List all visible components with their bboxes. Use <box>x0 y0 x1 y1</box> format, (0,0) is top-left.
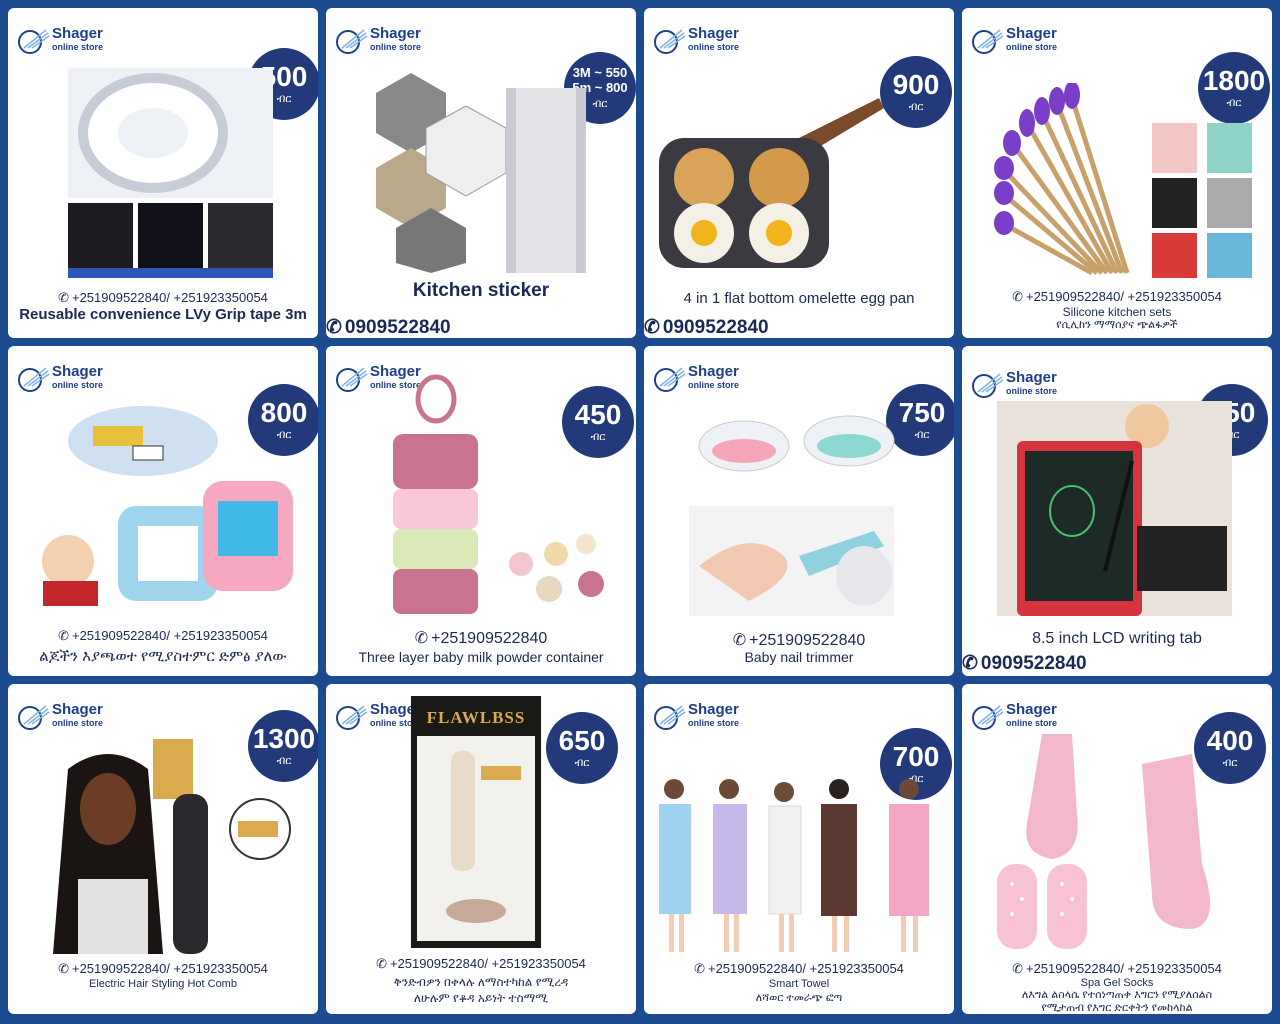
product-card-talking-flash-cards[interactable]: Shager online store 800 ብር ✆ +251909522840/… <box>8 346 318 676</box>
phone-line: ✆ +251909522840/ +251923350054 <box>694 961 904 976</box>
logo-swoosh-icon <box>16 26 50 56</box>
phone-line: ✆ +251909522840/ +251923350054 <box>58 290 268 305</box>
phone-line: ✆ +251909522840/ +251923350054 <box>1012 961 1222 976</box>
shager-logo: Shager online store <box>652 364 739 394</box>
product-card-smart-towel[interactable]: Shager online store 700 ብር ✆ +251909522840/… <box>644 684 954 1014</box>
product-card-spa-gel-socks[interactable]: Shager online store 400 ብር ✆ +251909522840/… <box>962 684 1272 1014</box>
phone-icon: ✆ <box>376 956 387 971</box>
product-image <box>689 406 899 621</box>
shager-logo: Shager online store <box>970 370 1057 400</box>
product-name: Kitchen sticker <box>412 280 550 301</box>
product-name: ቅንድብዎን በቀላሉ ለማስተካከል የሚረዳ <box>393 975 569 989</box>
product-name-amharic: የሲሊከን ማማሰያና ጭልፋዎች <box>1056 319 1178 331</box>
shager-logo: Shager online store <box>334 702 421 732</box>
phone-line: ✆ +251909522840 <box>732 632 866 649</box>
logo-swoosh-icon <box>334 364 368 394</box>
phone-icon: ✆ <box>414 630 429 647</box>
product-image <box>366 48 596 273</box>
product-image <box>992 734 1252 954</box>
phone-line: ✆ +251909522840/ +251923350054 <box>58 961 268 976</box>
product-image <box>63 63 278 283</box>
phone-line: ✆ +251909522840 <box>414 630 548 647</box>
product-brand-label: FLAWLBSS <box>426 708 526 727</box>
logo-swoosh-icon <box>652 26 686 56</box>
phone-line: ✆ +251909522840/ +251923350054 <box>58 628 268 643</box>
product-name: Three layer baby milk powder container <box>358 649 604 665</box>
product-name: Spa Gel Socks <box>1080 977 1154 989</box>
logo-swoosh-icon <box>970 370 1004 400</box>
product-card-eyebrow-trimmer[interactable]: Shager online store 650 ብር FLAWLBSS ✆ +2519… <box>326 684 636 1014</box>
product-name: 4 in 1 flat bottom omelette egg pan <box>683 290 915 307</box>
product-image <box>649 68 889 278</box>
shager-logo: Shager online store <box>970 26 1057 56</box>
product-image <box>649 774 949 954</box>
product-image: FLAWLBSS <box>411 696 541 948</box>
logo-swoosh-icon <box>16 364 50 394</box>
product-image <box>997 401 1232 616</box>
hotline: ✆ 0909522840 <box>326 317 451 338</box>
phone-icon: ✆ <box>58 628 69 643</box>
phone-icon: ✆ <box>58 961 69 976</box>
logo-swoosh-icon <box>652 702 686 732</box>
phone-icon: ✆ <box>58 290 69 305</box>
product-image <box>33 401 303 606</box>
product-name: Smart Towel <box>768 978 830 990</box>
product-name: Reusable convenience LVy Grip tape 3m <box>19 306 307 323</box>
product-card-kitchen-sticker[interactable]: Shager online store 3M ~ 550 5m ~ 800 ብር K… <box>326 8 636 338</box>
product-card-egg-pan[interactable]: Shager online store 900 ብር 4 in 1 flat bot… <box>644 8 954 338</box>
product-card-milk-container[interactable]: Shager online store 450 ብር ✆ +251909522840 … <box>326 346 636 676</box>
phone-icon: ✆ <box>1012 961 1023 976</box>
shager-logo: Shager online store <box>16 26 103 56</box>
product-card-hot-comb[interactable]: Shager online store 1300 ብር ✆ +251909522840… <box>8 684 318 1014</box>
phone-icon: ✆ <box>644 317 660 338</box>
phone-icon: ✆ <box>694 961 705 976</box>
product-card-tape[interactable]: Shager online store 500 ብር ✆ +251909522840/… <box>8 8 318 338</box>
product-card-nail-trimmer[interactable]: Shager online store 750 ብር ✆ +251909522840 … <box>644 346 954 676</box>
logo-swoosh-icon <box>16 702 50 732</box>
hotline: ✆ 0909522840 <box>644 317 769 338</box>
product-name: Baby nail trimmer <box>744 649 854 665</box>
logo-swoosh-icon <box>652 364 686 394</box>
product-name-amharic: ለሻወር ተመራጭ ፎጣ <box>755 992 843 1004</box>
shager-logo: Shager online store <box>16 364 103 394</box>
shager-logo: Shager online store <box>16 702 103 732</box>
product-name-amharic: ለሁሉም የቆዳ አይነት ተስማሚ <box>413 991 549 1005</box>
product-name: Electric Hair Styling Hot Comb <box>89 978 237 990</box>
phone-line: ✆ +251909522840/ +251923350054 <box>376 956 586 971</box>
product-name-amharic: ለእግል ልስላሴ የተሰነጣጠቀ እግርን የሚያለሰልስ የሚታጠብ የእግ… <box>1021 989 1213 1014</box>
product-image <box>992 81 1262 283</box>
hotline: ✆ 0909522840 <box>962 653 1087 674</box>
product-card-silicone-set[interactable]: Shager online store 1800 ብር ✆ +251909522840… <box>962 8 1272 338</box>
page: { "brand":{"line1":"Shager","line2":"onl… <box>0 0 1280 1024</box>
logo-swoosh-icon <box>970 702 1004 732</box>
shager-logo: Shager online store <box>652 702 739 732</box>
shager-logo: Shager online store <box>652 26 739 56</box>
logo-swoosh-icon <box>334 702 368 732</box>
product-image <box>381 374 611 619</box>
phone-icon: ✆ <box>962 653 978 674</box>
phone-icon: ✆ <box>326 317 342 338</box>
price-badge: 900 ብር <box>880 56 952 128</box>
logo-swoosh-icon <box>970 26 1004 56</box>
price-badge: 650 ብር <box>546 712 618 784</box>
product-card-lcd-writing-tab[interactable]: Shageronline store 550ብር 8.5 inch LCD wr… <box>962 346 1272 676</box>
product-name: 8.5 inch LCD writing tab <box>1032 630 1202 647</box>
logo-swoosh-icon <box>334 26 368 56</box>
phone-icon: ✆ <box>1012 289 1023 304</box>
phone-icon: ✆ <box>732 632 747 649</box>
product-image <box>48 739 298 954</box>
product-name: ልጆችን እያጫወተ የሚያስተምር ድምፅ ያለው <box>39 648 287 665</box>
phone-line: ✆ +251909522840/ +251923350054 <box>1012 289 1222 304</box>
product-name: Silicone kitchen sets <box>1062 305 1172 319</box>
shager-logo: Shager online store <box>970 702 1057 732</box>
